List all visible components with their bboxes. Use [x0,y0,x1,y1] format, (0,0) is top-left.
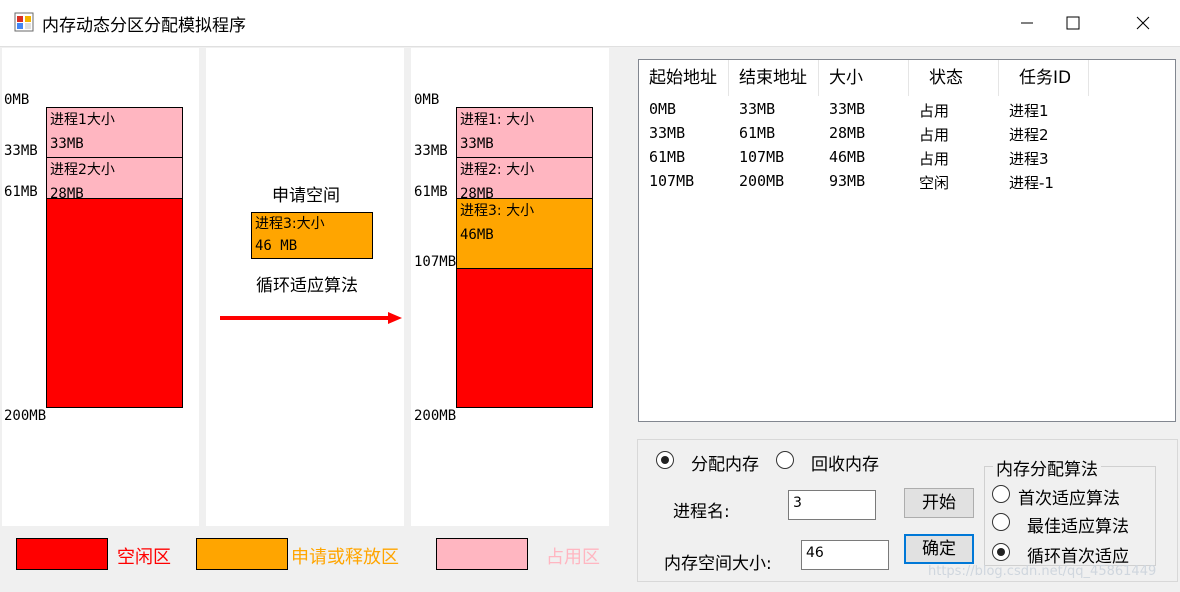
minimize-icon [1021,22,1033,24]
app-icon [14,12,34,32]
memory-block-process2: 进程2大小 28MB [46,157,183,199]
addr-label-200: 200MB [414,408,457,424]
allocate-label[interactable]: 分配内存 [691,450,759,475]
request-block-label: 进程3:大小 [255,216,325,232]
table-cell: 空闲 [919,174,950,192]
table-cell: 33MB [649,124,686,142]
memory-block-process1: 进程1: 大小 33MB [456,107,593,158]
table-cell: 进程-1 [1009,174,1054,192]
request-block: 进程3:大小 46 MB [251,212,373,259]
table-cell: 93MB [829,172,866,190]
first-fit-label[interactable]: 首次适应算法 [1018,484,1120,509]
legend-request-swatch [196,538,288,570]
memory-block-process2: 进程2: 大小 28MB [456,157,593,199]
title-bar: 内存动态分区分配模拟程序 [0,0,1180,47]
table-cell: 进程2 [1009,126,1049,144]
partition-table[interactable]: 起始地址 结束地址 大小 状态 任务ID 0MB 33MB 33MB 占用 进程1 33M… [638,59,1176,422]
close-button[interactable] [1120,0,1166,46]
table-cell: 0MB [649,100,677,118]
minimize-button[interactable] [1004,0,1050,46]
block-label: 进程1: 大小 [460,112,535,128]
addr-label-0: 0MB [4,92,30,108]
table-cell: 46MB [829,148,866,166]
memory-block-free [456,268,593,408]
table-cell: 61MB [739,124,776,142]
block-size: 28MB [50,186,84,199]
addr-label-61: 61MB [4,184,38,200]
legend-free-label: 空闲区 [117,547,171,568]
addr-label-107: 107MB [414,254,457,270]
best-fit-radio[interactable] [992,513,1010,531]
maximize-icon [1066,16,1080,30]
block-size: 46MB [460,227,494,243]
result-memory-panel: 0MB 33MB 61MB 107MB 200MB 进程1: 大小 33MB 进… [411,48,609,526]
maximize-button[interactable] [1050,0,1096,46]
column-header-end[interactable]: 结束地址 [729,60,819,96]
recycle-radio[interactable] [776,451,794,469]
table-cell: 107MB [739,148,785,166]
table-cell: 进程1 [1009,102,1049,120]
table-cell: 107MB [649,172,695,190]
legend-used-label: 占用区 [546,547,600,568]
table-cell: 61MB [649,148,686,166]
addr-label-0: 0MB [414,92,440,108]
next-fit-radio[interactable] [992,543,1010,561]
column-header-size[interactable]: 大小 [819,60,909,96]
table-cell: 33MB [739,100,776,118]
addr-label-61: 61MB [414,184,448,200]
memory-block-process3: 进程3: 大小 46MB [456,198,593,269]
table-cell: 进程3 [1009,150,1049,168]
column-header-start[interactable]: 起始地址 [639,60,729,96]
table-cell: 占用 [919,126,950,144]
watermark: https://blog.csdn.net/qq_45861449 [928,564,1157,579]
column-header-status[interactable]: 状态 [909,60,999,96]
size-input[interactable]: 46 [801,540,889,570]
initial-memory-panel: 0MB 33MB 61MB 200MB 进程1大小 33MB 进程2大小 28M… [2,48,199,526]
process-name-input[interactable]: 3 [788,490,876,520]
table-cell: 占用 [919,150,950,168]
first-fit-radio[interactable] [992,485,1010,503]
table-cell: 33MB [829,100,866,118]
addr-label-33: 33MB [414,143,448,159]
memory-block-free [46,198,183,408]
addr-label-33: 33MB [4,143,38,159]
block-label: 进程2: 大小 [460,162,535,178]
legend-used-swatch [436,538,528,570]
request-block-size: 46 MB [255,238,298,254]
block-size: 33MB [50,136,84,152]
table-cell: 200MB [739,172,785,190]
memory-block-process1: 进程1大小 33MB [46,107,183,158]
window-title: 内存动态分区分配模拟程序 [42,16,246,36]
algorithm-label: 循环适应算法 [256,276,358,296]
addr-label-200: 200MB [4,408,47,424]
block-label: 进程3: 大小 [460,203,535,219]
table-cell: 28MB [829,124,866,142]
close-icon [1136,16,1150,30]
request-panel: 申请空间 进程3:大小 46 MB 循环适应算法 [206,48,404,526]
arrow-icon [220,312,402,324]
block-label: 进程2大小 [50,162,115,178]
column-header-task[interactable]: 任务ID [999,60,1089,96]
algorithm-group-title: 内存分配算法 [993,455,1101,480]
request-title: 申请空间 [272,186,340,206]
start-button[interactable]: 开始 [904,488,974,518]
best-fit-label[interactable]: 最佳适应算法 [1027,512,1129,537]
legend-free-swatch [16,538,108,570]
legend-request-label: 申请或释放区 [291,547,399,568]
block-label: 进程1大小 [50,112,115,128]
allocate-radio[interactable] [656,451,674,469]
table-cell: 占用 [919,102,950,120]
recycle-label[interactable]: 回收内存 [811,450,879,475]
size-label: 内存空间大小: [664,554,772,574]
process-name-label: 进程名: [673,502,730,522]
block-size: 33MB [460,136,494,152]
ok-button[interactable]: 确定 [904,534,974,564]
block-size: 28MB [460,186,494,199]
